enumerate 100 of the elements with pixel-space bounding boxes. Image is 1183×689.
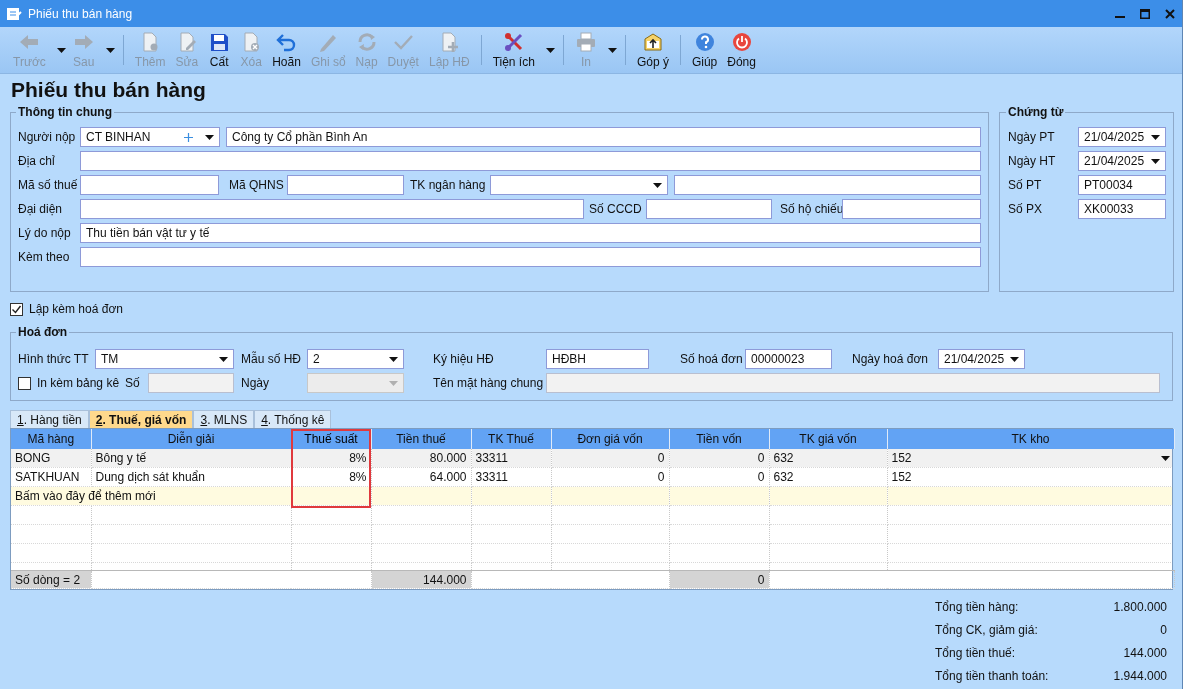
window-title: Phiếu thu bán hàng [28, 6, 133, 21]
add-row-hint[interactable]: Bấm vào đây để thêm mới [15, 489, 156, 503]
caret-icon [105, 47, 115, 53]
text-field[interactable] [546, 373, 1160, 393]
table-cell: 64.000 [429, 470, 467, 484]
toolbar-button[interactable]: Góp ý [631, 31, 674, 69]
column-header[interactable]: Mã hàng [11, 429, 91, 449]
plus-icon [184, 132, 193, 142]
tab[interactable]: 1. Hàng tiền [10, 410, 89, 428]
checkbox[interactable] [18, 376, 31, 390]
text-field[interactable] [80, 151, 981, 171]
text-field[interactable] [646, 199, 772, 219]
caret-icon [56, 47, 66, 53]
caret-icon [219, 356, 228, 362]
tab[interactable]: 3. MLNS [193, 410, 255, 428]
field-label: Số CCCD [589, 202, 643, 216]
dropdown-field[interactable]: 21/04/2025 [938, 349, 1025, 369]
tab[interactable]: 4. Thống kê [254, 410, 332, 428]
text-field[interactable] [674, 175, 981, 195]
column-header[interactable]: Tiền vốn [669, 429, 769, 449]
caret-icon [1010, 356, 1019, 362]
column-header[interactable]: Đơn giá vốn [551, 429, 669, 449]
toolbar-button[interactable]: Hoãn [267, 31, 306, 69]
dropdown-field[interactable]: 21/04/2025 [1078, 151, 1166, 171]
caret-icon [389, 380, 398, 386]
table-cell: 0 [657, 470, 665, 484]
row-count: Số dòng = 2 [15, 572, 81, 587]
field-label: Địa chỉ [18, 154, 56, 168]
text-field[interactable]: PT00034 [1078, 175, 1166, 195]
total-value: 144.000 [1123, 645, 1167, 660]
caret-icon [1151, 158, 1160, 164]
table-cell: 33311 [475, 451, 508, 465]
table-cell: 152 [891, 470, 912, 484]
undo-arrow-icon [275, 31, 298, 53]
table-cell: 0 [757, 451, 765, 465]
text-field[interactable] [80, 175, 219, 195]
envelope-arrow-icon [641, 31, 664, 53]
dropdown-field[interactable]: 21/04/2025 [1078, 127, 1166, 147]
checkbox[interactable] [10, 302, 23, 316]
column-header[interactable]: TK giá vốn [769, 429, 887, 449]
caret-icon [653, 182, 662, 188]
tab[interactable]: 2. Thuế, giá vốn [88, 410, 194, 428]
field-label: Ngày PT [1008, 130, 1056, 144]
field-label: Tên mặt hàng chung [433, 376, 545, 390]
column-header[interactable]: TK Thuế [471, 429, 551, 449]
total-value: 1.800.000 [1113, 599, 1167, 614]
caret-icon [607, 47, 617, 53]
total-label: Tổng tiền thanh toán: [935, 668, 1049, 683]
text-field[interactable]: Thu tiền bán vật tư y tế [80, 223, 981, 243]
text-field[interactable] [148, 373, 234, 393]
text-field[interactable]: XK00033 [1078, 199, 1166, 219]
dropdown-field[interactable]: TM [95, 349, 234, 369]
total-value: 1.944.000 [1113, 668, 1167, 683]
printer-icon [574, 31, 597, 53]
caret-icon [205, 134, 214, 140]
field-label: Người nộp [18, 130, 77, 144]
text-field[interactable]: HĐBH [546, 349, 649, 369]
field-label: Ký hiệu HĐ [433, 352, 495, 366]
field-label: Mẫu số HĐ [241, 352, 303, 366]
total-label: Tổng tiền hàng: [935, 599, 1019, 614]
field-label: TK ngân hàng [410, 178, 487, 192]
text-field[interactable] [287, 175, 404, 195]
field-label: Mã số thuế [18, 178, 79, 192]
field-label: Số hoá đơn [680, 352, 744, 366]
text-field[interactable] [842, 199, 981, 219]
dropdown-field[interactable] [490, 175, 668, 195]
field-label: Mã QHNS [229, 178, 285, 192]
text-field[interactable] [80, 199, 584, 219]
group-title: Hoá đơn [17, 325, 69, 339]
checkbox-label: In kèm bảng kê [37, 376, 120, 390]
toolbar-button[interactable]: Giúp [686, 31, 723, 69]
table-cell: 632 [773, 470, 794, 484]
total-value: 0 [1160, 622, 1167, 637]
table-cell: 0 [757, 470, 765, 484]
toolbar-button[interactable]: Cất [203, 31, 236, 69]
table-cell: 0 [657, 451, 665, 465]
column-header[interactable]: Tiền thuế [371, 429, 471, 449]
field-label: Đại diện [18, 202, 64, 216]
toolbar-button[interactable]: Đóng [722, 31, 761, 69]
table-cell: 632 [773, 451, 794, 465]
text-field[interactable]: Công ty Cổ phần Bình An [226, 127, 981, 147]
dropdown-field[interactable]: 2 [307, 349, 404, 369]
close-icon [1164, 8, 1175, 19]
column-header[interactable]: TK kho [887, 429, 1174, 449]
toolbar-button[interactable]: Tiện ích [487, 31, 540, 69]
total-cell: 144.000 [423, 572, 467, 587]
field-label: Số PX [1008, 202, 1044, 216]
caret-icon [545, 47, 555, 53]
form-title: Phiếu thu bán hàng [11, 77, 207, 103]
dropdown-field[interactable]: CT BINHAN [80, 127, 220, 147]
column-header[interactable]: Diễn giải [91, 429, 291, 449]
group-title: Chứng từ [1007, 105, 1065, 119]
table-cell: Dung dịch sát khuẩn [95, 470, 205, 484]
caret-icon [389, 356, 398, 362]
table-cell: 8% [349, 470, 367, 484]
caret-icon [1151, 134, 1160, 140]
text-field[interactable] [80, 247, 981, 267]
field-label: Hình thức TT [18, 352, 90, 366]
table-cell: 80.000 [429, 451, 467, 465]
text-field[interactable]: 00000023 [745, 349, 832, 369]
